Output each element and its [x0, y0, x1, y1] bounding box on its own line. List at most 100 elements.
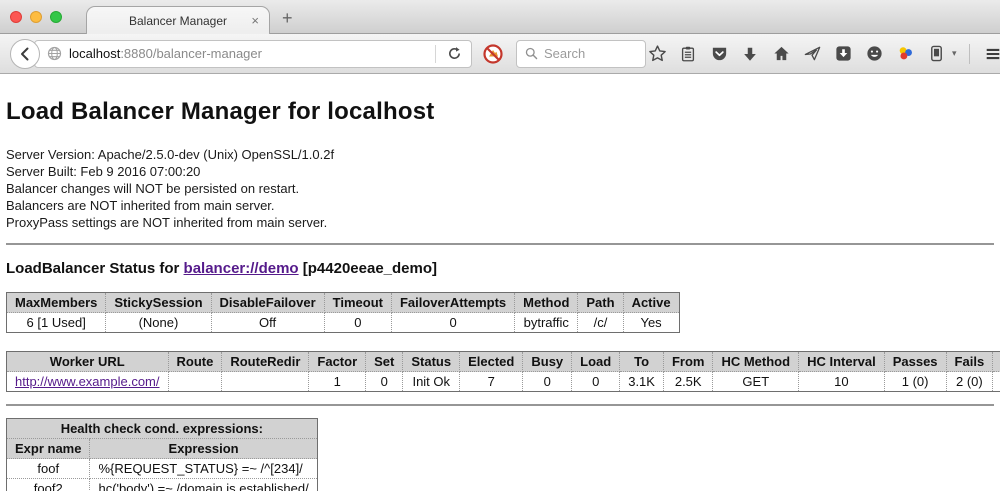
tab-balancer-manager[interactable]: Balancer Manager × [86, 6, 270, 35]
table-cell: foof [7, 459, 90, 479]
zoom-window-button[interactable] [50, 11, 62, 23]
column-header: RouteRedir [222, 352, 309, 372]
health-check-table: Health check cond. expressions:Expr name… [6, 418, 318, 491]
proxypass-notice-line: ProxyPass settings are NOT inherited fro… [6, 214, 994, 231]
container-extension-button[interactable] [925, 43, 947, 65]
column-header: Busy [523, 352, 572, 372]
table-cell: 0 [324, 313, 391, 333]
column-header: HC uri [993, 352, 1000, 372]
menu-button[interactable] [982, 43, 1000, 65]
tab-close-icon[interactable]: × [251, 13, 259, 28]
column-header: MaxMembers [7, 293, 106, 313]
table-cell: bytraffic [515, 313, 578, 333]
table-cell: 1 (0) [884, 372, 946, 392]
column-header: Timeout [324, 293, 391, 313]
bookmark-star-button[interactable] [646, 43, 668, 65]
divider [6, 404, 994, 406]
image-block-extension-button[interactable] [482, 43, 504, 65]
container-icon [928, 44, 945, 63]
column-header: Fails [946, 352, 993, 372]
globe-icon [47, 46, 62, 61]
table-cell: 1 [309, 372, 366, 392]
bookmark-star-icon [648, 44, 667, 63]
worker-url-link[interactable]: http://www.example.com/ [15, 374, 160, 389]
table-cell: Off [211, 313, 324, 333]
reading-list-button[interactable] [677, 43, 699, 65]
download-box-extension-button[interactable] [832, 43, 854, 65]
back-button[interactable] [10, 39, 40, 69]
column-header: Method [515, 293, 578, 313]
reload-button[interactable] [443, 43, 465, 65]
column-header: Route [168, 352, 222, 372]
column-header: From [663, 352, 713, 372]
downloads-icon [741, 45, 759, 63]
column-header: Factor [309, 352, 366, 372]
send-tab-button[interactable] [801, 43, 823, 65]
column-header: To [620, 352, 664, 372]
downloads-button[interactable] [739, 43, 761, 65]
table-cell [222, 372, 309, 392]
download-helper-extension-button[interactable] [894, 43, 916, 65]
search-bar[interactable] [516, 40, 646, 68]
table-cell: hc('body') =~ /domain is established/ [90, 479, 317, 491]
loadbalancer-status-heading: LoadBalancer Status for balancer://demo … [6, 260, 994, 277]
window-controls [10, 11, 62, 23]
server-built-line: Server Built: Feb 9 2016 07:00:20 [6, 163, 994, 180]
page-content: Load Balancer Manager for localhost Serv… [0, 74, 1000, 491]
table-cell [168, 372, 222, 392]
table-row: foof2hc('body') =~ /domain is establishe… [7, 479, 318, 491]
navigation-toolbar: localhost:8880/balancer-manager [0, 34, 1000, 74]
table-cell: Yes [623, 313, 679, 333]
table-cell: 0 [366, 372, 403, 392]
close-window-button[interactable] [10, 11, 22, 23]
pocket-button[interactable] [708, 43, 730, 65]
inherit-notice-line: Balancers are NOT inherited from main se… [6, 197, 994, 214]
table-cell: 0 [391, 313, 514, 333]
table-cell: foof2 [7, 479, 90, 491]
page-title: Load Balancer Manager for localhost [6, 98, 994, 126]
divider [6, 243, 994, 245]
column-header: FailoverAttempts [391, 293, 514, 313]
table-cell: 2.5K [663, 372, 713, 392]
reading-list-icon [679, 45, 697, 63]
toolbar-separator [969, 44, 970, 64]
menu-icon [984, 45, 1000, 63]
balancer-demo-link[interactable]: balancer://demo [184, 260, 299, 277]
table-cell: 3.1K [620, 372, 664, 392]
url-text: localhost:8880/balancer-manager [69, 46, 428, 61]
minimize-window-button[interactable] [30, 11, 42, 23]
column-header: Expression [90, 439, 317, 459]
table-cell: GET [713, 372, 799, 392]
download-box-icon [834, 44, 853, 63]
table-cell: 0 [523, 372, 572, 392]
home-button[interactable] [770, 43, 792, 65]
tab-bar: Balancer Manager × + [0, 0, 1000, 34]
chevron-down-icon[interactable]: ▾ [952, 48, 957, 59]
image-block-icon [482, 43, 504, 65]
heading-prefix: LoadBalancer Status for [6, 260, 184, 277]
smiley-extension-button[interactable] [863, 43, 885, 65]
table-row: http://www.example.com/10Init Ok7003.1K2… [7, 372, 1000, 392]
table-row: foof%{REQUEST_STATUS} =~ /^[234]/ [7, 459, 318, 479]
table-cell: %{REQUEST_STATUS} =~ /^[234]/ [90, 459, 317, 479]
persist-notice-line: Balancer changes will NOT be persisted o… [6, 180, 994, 197]
table-title: Health check cond. expressions: [7, 419, 318, 439]
search-icon [525, 47, 538, 60]
column-header: Path [578, 293, 623, 313]
url-path: :8880/balancer-manager [120, 46, 262, 61]
send-plane-icon [803, 44, 822, 63]
column-header: Worker URL [7, 352, 169, 372]
table-cell: Init Ok [403, 372, 460, 392]
url-bar[interactable]: localhost:8880/balancer-manager [34, 40, 472, 68]
balancer-status-table: MaxMembersStickySessionDisableFailoverTi… [6, 292, 680, 333]
table-cell: 6 [1 Used] [7, 313, 106, 333]
url-host: localhost [69, 46, 120, 61]
toolbar-icons: ▾ [646, 43, 1000, 65]
new-tab-button[interactable]: + [282, 8, 293, 29]
tab-title: Balancer Manager [129, 14, 227, 28]
table-cell: /c/ [578, 313, 623, 333]
column-header: HC Interval [799, 352, 885, 372]
home-icon [772, 44, 791, 63]
column-header: Status [403, 352, 460, 372]
search-input[interactable] [544, 46, 634, 61]
